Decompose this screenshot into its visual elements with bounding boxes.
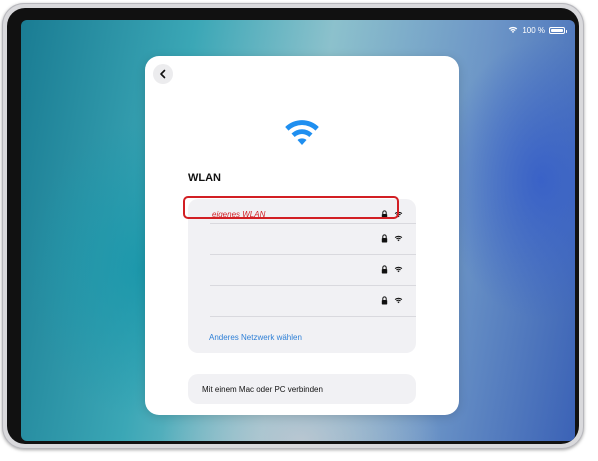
wifi-icon [394,266,403,273]
network-row[interactable] [188,285,416,316]
back-button[interactable] [153,64,173,84]
network-row[interactable] [188,223,416,254]
connect-mac-pc-label: Mit einem Mac oder PC verbinden [202,384,323,394]
network-row[interactable] [188,254,416,285]
wifi-icon [394,235,403,242]
battery-percent: 100 % [522,25,545,35]
connect-mac-pc-button[interactable]: Mit einem Mac oder PC verbinden [188,374,416,404]
network-name: eigenes WLAN [212,210,266,219]
wifi-icon [509,26,518,33]
wlan-setup-sheet: WLAN eigenes WLAN Anderes Netzwerk wähle… [145,56,459,415]
page-title: WLAN [188,172,221,184]
wifi-icon [394,211,403,218]
network-list: eigenes WLAN Anderes Netzwerk wählen [183,196,416,353]
divider [210,316,416,317]
status-bar: 100 % [508,24,567,36]
screen: 100 % WLAN eigenes WLAN Anderes Netzwerk… [21,20,575,441]
wifi-icon [285,120,319,145]
battery-icon [549,26,567,34]
wifi-icon [394,297,403,304]
chevron-left-icon [160,69,166,79]
lock-icon [381,296,388,305]
other-network-link[interactable]: Anderes Netzwerk wählen [209,333,302,342]
lock-icon [381,210,388,219]
lock-icon [381,234,388,243]
lock-icon [381,265,388,274]
